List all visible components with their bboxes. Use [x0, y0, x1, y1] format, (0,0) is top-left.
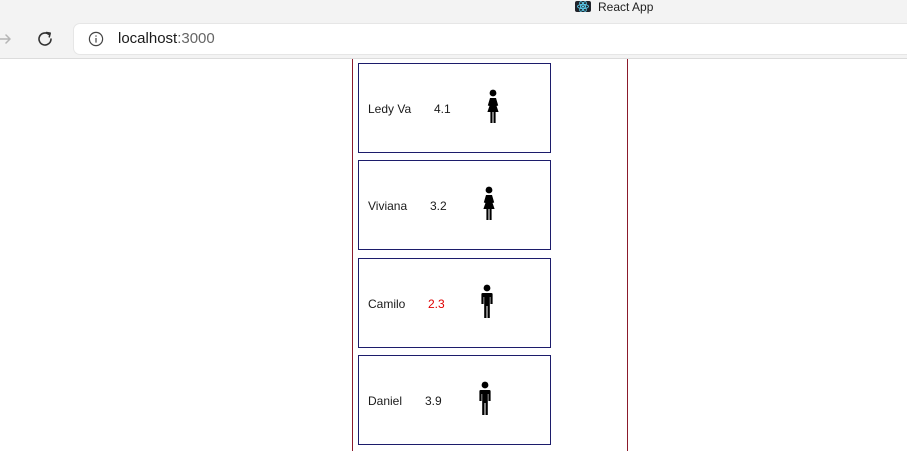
person-name: Camilo [368, 297, 406, 311]
person-card: Camilo 2.3 [358, 258, 551, 348]
people-list: Ledy Va 4.1 Viviana 3.2 Camilo 2.3 Danie… [352, 59, 628, 451]
person-score: 2.3 [428, 297, 445, 311]
address-bar[interactable]: localhost:3000 [74, 24, 907, 54]
person-card: Viviana 3.2 [358, 160, 551, 250]
arrow-right-icon [0, 34, 11, 44]
forward-button[interactable] [0, 30, 14, 48]
person-score: 4.1 [434, 102, 451, 116]
active-tab[interactable]: React App [575, 0, 653, 13]
url-text[interactable]: localhost:3000 [118, 31, 215, 47]
person-score: 3.9 [425, 394, 442, 408]
female-icon [483, 186, 495, 220]
female-icon [487, 89, 499, 123]
reload-icon [38, 31, 52, 46]
info-icon[interactable] [88, 31, 104, 47]
person-card: Ledy Va 4.1 [358, 63, 551, 153]
url-host: localhost [118, 30, 178, 47]
person-score: 3.2 [430, 199, 447, 213]
reload-button[interactable] [35, 29, 55, 49]
male-icon [479, 381, 491, 415]
react-logo-icon [575, 1, 591, 12]
tab-title: React App [598, 0, 654, 14]
tab-strip: React App [0, 0, 907, 20]
male-icon [481, 284, 493, 318]
url-port: :3000 [177, 30, 215, 47]
person-name: Daniel [368, 394, 403, 408]
browser-toolbar: localhost:3000 [0, 20, 907, 59]
person-name: Viviana [368, 199, 408, 213]
page-viewport: Ledy Va 4.1 Viviana 3.2 Camilo 2.3 Danie… [0, 59, 907, 451]
person-card: Daniel 3.9 [358, 355, 551, 445]
person-name: Ledy Va [368, 102, 412, 116]
